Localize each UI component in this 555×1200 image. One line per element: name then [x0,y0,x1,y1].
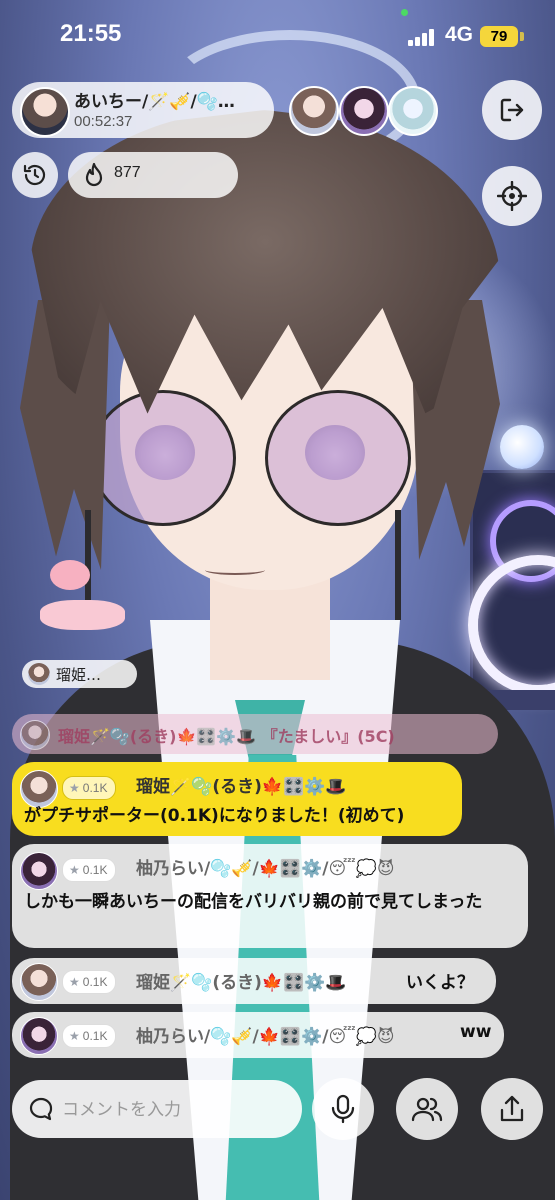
share-button[interactable] [481,1078,543,1140]
fan-level-badge: ★ 0.1K [62,858,117,882]
network-type: 4G [445,23,474,46]
chat-user-name[interactable]: 柚乃らい/🫧🎺/🍁🎛️⚙️/😴💭😈 [136,1022,395,1047]
moon-lamp [500,425,544,469]
viewer-avatar[interactable] [339,86,389,136]
exit-icon [500,98,524,122]
avatar-earring-right [395,510,401,620]
clock: 21:55 [60,20,122,47]
chat-user-name[interactable]: 柚乃らい/🫧🎺/🍁🎛️⚙️/😴💭😈 [136,854,395,879]
chat-text: ww [460,1022,492,1042]
chat-message[interactable]: ★ 0.1K 柚乃らい/🫧🎺/🍁🎛️⚙️/😴💭😈 しかも一瞬あいちーの配信をバリバ… [12,844,528,948]
mic-button[interactable] [312,1078,374,1140]
viewer-avatar[interactable] [388,86,438,136]
avatar[interactable] [20,852,58,890]
chat-message-faded[interactable]: 瑠姫🪄🫧(るき)🍁🎛️⚙️🎩 『たましい』(5C) [12,714,498,754]
signal-icon [408,28,438,46]
star-icon: ★ [69,781,80,795]
avatar[interactable] [20,1017,58,1055]
star-icon: ★ [69,1029,80,1043]
chat-bubble-icon [29,1097,53,1121]
viewer-avatar[interactable] [289,86,339,136]
avatar[interactable] [20,963,58,1001]
chat-user-name[interactable]: 瑠姫🪄🫧(るき)🍁🎛️⚙️🎩 [136,968,347,993]
avatar [20,720,50,750]
history-button[interactable] [12,152,58,198]
points-value: 877 [114,164,141,181]
host-avatar[interactable] [20,87,70,137]
avatar-left-lens [90,390,236,526]
faded-message-text: 瑠姫🪄🫧(るき)🍁🎛️⚙️🎩 『たましい』(5C) [58,727,395,746]
host-name: あいちー/🪄🎺/🫧… [74,92,235,112]
history-icon [23,164,46,186]
participants-button[interactable] [396,1078,458,1140]
comment-input[interactable] [60,1094,294,1126]
status-bar: 21:55 4G 79 [0,0,555,70]
chat-message[interactable]: ★ 0.1K 柚乃らい/🫧🎺/🍁🎛️⚙️/😴💭😈 ww [12,1012,504,1058]
battery-level: 79 [480,26,518,47]
avatar-right-lens [265,390,411,526]
avatar [28,663,50,685]
exit-button[interactable] [482,80,542,140]
gift-notification[interactable]: ★ 0.1K 瑠姫🪄🫧(るき)🍁🎛️⚙️🎩 がプチサポーター(0.1K)になりまし… [12,762,462,836]
entering-user-tag[interactable]: 瑠姫… [22,660,137,688]
chat-text: しかも一瞬あいちーの配信をバリバリ親の前で見てしまった [24,892,483,912]
people-icon [411,1097,443,1122]
entering-user-name: 瑠姫… [56,666,102,684]
stream-duration: 00:52:37 [74,113,133,130]
chat-text: いくよ？ [406,973,474,993]
flame-icon [85,162,103,187]
axolotl-sticker [40,560,130,640]
battery-tip [520,32,524,41]
host-info[interactable]: あいちー/🪄🎺/🫧… 00:52:37 [12,82,274,138]
fan-level-badge: ★ 0.1K [62,970,117,994]
mic-icon [331,1094,355,1124]
star-icon: ★ [69,975,80,989]
star-icon: ★ [69,863,80,877]
fan-level-badge: ★ 0.1K [62,1024,117,1048]
target-button[interactable] [482,166,542,226]
share-icon [500,1095,524,1122]
gift-user-name[interactable]: 瑠姫🪄🫧(るき)🍁🎛️⚙️🎩 [136,772,347,797]
crosshair-icon [497,181,527,211]
gift-text: がプチサポーター(0.1K)になりました！(初めて) [24,806,405,826]
fan-level-badge: ★ 0.1K [62,776,117,800]
comment-input-box[interactable] [12,1080,302,1138]
avatar-mouth [205,565,265,575]
points-counter[interactable]: 877 [68,152,238,198]
chat-message[interactable]: ★ 0.1K 瑠姫🪄🫧(るき)🍁🎛️⚙️🎩 いくよ？ [12,958,496,1004]
privacy-indicator [401,9,408,16]
